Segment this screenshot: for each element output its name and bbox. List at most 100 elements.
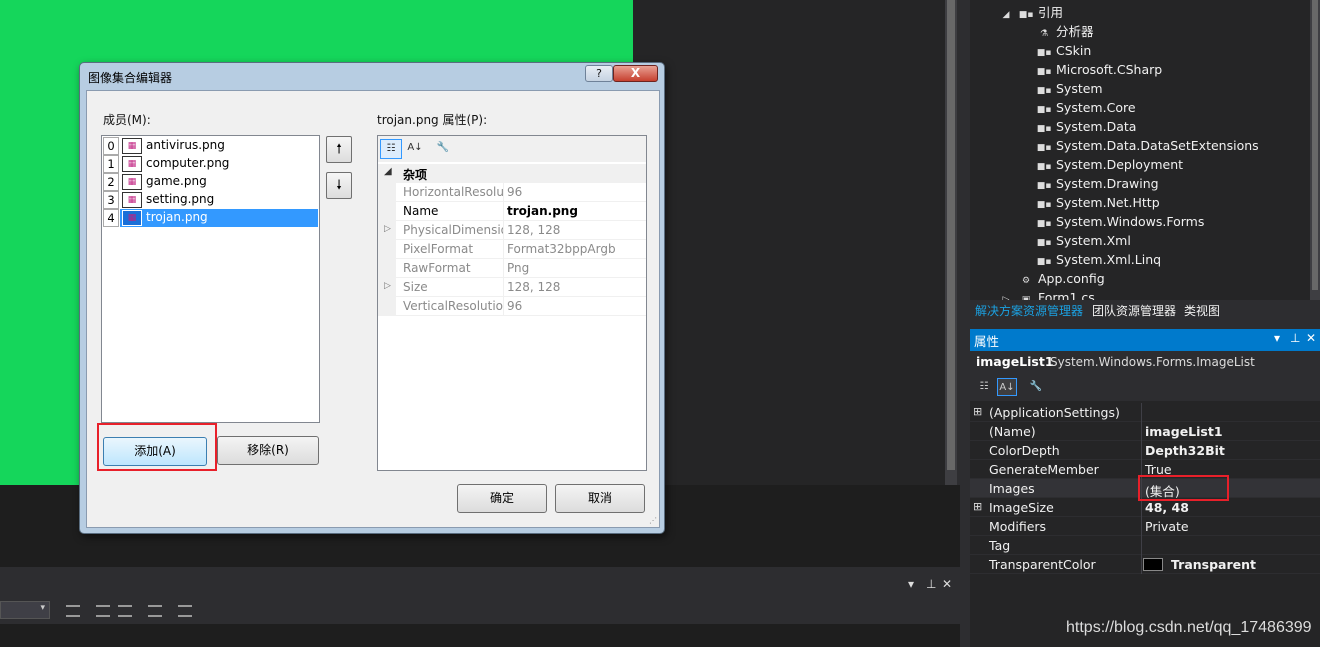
property-row[interactable]: Name trojan.png — [378, 202, 646, 221]
tree-item-reference[interactable]: ■▪ Microsoft.CSharp — [1036, 60, 1163, 79]
property-value[interactable]: 128, 128 — [507, 280, 560, 294]
pin-icon[interactable]: ⊥ — [926, 577, 936, 591]
tree-item-reference[interactable]: ■▪ System.Net.Http — [1036, 193, 1160, 212]
column-divider[interactable] — [503, 221, 504, 240]
list-item[interactable]: 1 ▦ computer.png — [103, 155, 318, 173]
next-message-icon[interactable] — [118, 605, 132, 617]
tree-item-form1[interactable]: ▷ ▣ Form1.cs — [998, 288, 1095, 300]
close-icon[interactable]: ✕ — [942, 577, 952, 591]
solution-explorer-scrollbar[interactable] — [1310, 0, 1320, 300]
tree-item-reference[interactable]: ■▪ System.Deployment — [1036, 155, 1183, 174]
property-value[interactable]: Transparent — [1171, 557, 1256, 572]
tree-item-references[interactable]: ◢ ■▪ 引用 — [998, 3, 1063, 22]
property-row[interactable]: Tag — [970, 536, 1320, 555]
expand-icon[interactable]: ⊞ — [973, 405, 982, 418]
tree-item-reference[interactable]: ■▪ CSkin — [1036, 41, 1092, 60]
tab-solution-explorer[interactable]: 解决方案资源管理器 — [971, 302, 1087, 320]
clear-all-icon[interactable] — [148, 605, 162, 617]
categorized-icon[interactable]: ☷ — [974, 378, 994, 396]
property-row[interactable]: PixelFormat Format32bppArgb — [378, 240, 646, 259]
go-to-icon[interactable] — [66, 605, 80, 617]
tree-item-reference[interactable]: ■▪ System.Xml — [1036, 231, 1131, 250]
property-row[interactable]: ▷ PhysicalDimension 128, 128 — [378, 221, 646, 240]
list-item[interactable]: 4 ▦ trojan.png — [103, 209, 318, 227]
column-divider[interactable] — [1141, 517, 1142, 536]
tree-item-app-config[interactable]: ⚙ App.config — [1018, 269, 1105, 288]
tree-item-reference[interactable]: ■▪ System.Core — [1036, 98, 1136, 117]
property-row[interactable]: ColorDepth Depth32Bit — [970, 441, 1320, 460]
property-value[interactable]: 48, 48 — [1145, 500, 1189, 515]
property-value[interactable]: 128, 128 — [507, 223, 560, 237]
resize-grip-icon[interactable]: ⋰ — [649, 516, 657, 525]
tree-item-reference[interactable]: ⚗ 分析器 — [1036, 22, 1094, 41]
list-item[interactable]: 2 ▦ game.png — [103, 173, 318, 191]
column-divider[interactable] — [503, 259, 504, 278]
ok-button[interactable]: 确定 — [457, 484, 547, 513]
property-row[interactable]: VerticalResolution 96 — [378, 297, 646, 316]
tab-class-view[interactable]: 类视图 — [1180, 302, 1224, 320]
expand-icon[interactable]: ⊞ — [973, 500, 982, 513]
column-divider[interactable] — [503, 240, 504, 259]
column-divider[interactable] — [1141, 441, 1142, 460]
property-row[interactable]: (Name) imageList1 — [970, 422, 1320, 441]
word-wrap-icon[interactable] — [178, 605, 192, 617]
property-row[interactable]: TransparentColor Transparent — [970, 555, 1320, 574]
property-value[interactable]: Format32bppArgb — [507, 242, 616, 256]
property-value[interactable]: Private — [1145, 519, 1189, 534]
collapse-icon[interactable]: ◢ — [384, 166, 392, 177]
alphabetical-icon[interactable]: A↓ — [404, 139, 426, 159]
property-value[interactable]: 96 — [507, 185, 522, 199]
property-value[interactable]: Png — [507, 261, 529, 275]
column-divider[interactable] — [503, 297, 504, 316]
dropdown-icon[interactable]: ▾ — [1274, 331, 1280, 345]
object-selector[interactable]: imageList1 System.Windows.Forms.ImageLis… — [970, 351, 1320, 373]
property-row[interactable]: HorizontalResolution 96 — [378, 183, 646, 202]
tab-team-explorer[interactable]: 团队资源管理器 — [1088, 302, 1180, 320]
column-divider[interactable] — [1141, 555, 1142, 574]
output-source-select[interactable]: ▾ — [0, 601, 50, 619]
previous-message-icon[interactable] — [96, 605, 110, 617]
column-divider[interactable] — [503, 278, 504, 297]
tree-item-reference[interactable]: ■▪ System.Xml.Linq — [1036, 250, 1161, 269]
move-up-button[interactable]: 🠕 — [326, 136, 352, 163]
property-pages-icon[interactable]: 🔧 — [432, 139, 454, 159]
property-row[interactable]: ⊞ (ApplicationSettings) — [970, 403, 1320, 422]
tree-item-reference[interactable]: ■▪ System.Data — [1036, 117, 1137, 136]
property-value[interactable]: imageList1 — [1145, 424, 1223, 439]
pin-icon[interactable]: ⊥ — [1290, 331, 1300, 345]
categorized-icon[interactable]: ☷ — [380, 139, 402, 159]
list-item[interactable]: 0 ▦ antivirus.png — [103, 137, 318, 155]
scrollbar-thumb[interactable] — [947, 0, 955, 470]
property-row[interactable]: RawFormat Png — [378, 259, 646, 278]
close-button[interactable]: X — [613, 65, 658, 82]
property-pages-icon[interactable]: 🔧 — [1026, 378, 1046, 396]
dropdown-icon[interactable]: ▾ — [908, 577, 914, 591]
expand-icon[interactable]: ▷ — [384, 224, 391, 234]
property-value[interactable]: trojan.png — [507, 204, 578, 218]
property-value[interactable]: Depth32Bit — [1145, 443, 1225, 458]
close-icon[interactable]: ✕ — [1306, 331, 1316, 345]
move-down-button[interactable]: 🠗 — [326, 172, 352, 199]
expand-icon[interactable]: ▷ — [384, 281, 391, 291]
column-divider[interactable] — [503, 183, 504, 202]
tree-item-reference[interactable]: ■▪ System.Data.DataSetExtensions — [1036, 136, 1259, 155]
list-item[interactable]: 3 ▦ setting.png — [103, 191, 318, 209]
column-divider[interactable] — [1141, 422, 1142, 441]
help-button[interactable]: ? — [585, 65, 613, 82]
designer-scrollbar[interactable] — [945, 0, 957, 485]
column-divider[interactable] — [1141, 536, 1142, 555]
alphabetical-icon[interactable]: A↓ — [997, 378, 1017, 396]
property-row[interactable]: ▷ Size 128, 128 — [378, 278, 646, 297]
column-divider[interactable] — [1141, 403, 1142, 422]
category-row[interactable]: ◢ 杂项 — [378, 164, 646, 183]
column-divider[interactable] — [503, 202, 504, 221]
tree-item-reference[interactable]: ■▪ System.Drawing — [1036, 174, 1159, 193]
tree-item-reference[interactable]: ■▪ System — [1036, 79, 1103, 98]
remove-button[interactable]: 移除(R) — [217, 436, 319, 465]
members-list[interactable]: 0 ▦ antivirus.png 1 ▦ computer.png 2 ▦ game.png 3… — [101, 135, 320, 423]
property-value[interactable]: 96 — [507, 299, 522, 313]
scrollbar-thumb[interactable] — [1312, 0, 1318, 290]
tree-item-reference[interactable]: ■▪ System.Windows.Forms — [1036, 212, 1205, 231]
property-row[interactable]: Modifiers Private — [970, 517, 1320, 536]
cancel-button[interactable]: 取消 — [555, 484, 645, 513]
